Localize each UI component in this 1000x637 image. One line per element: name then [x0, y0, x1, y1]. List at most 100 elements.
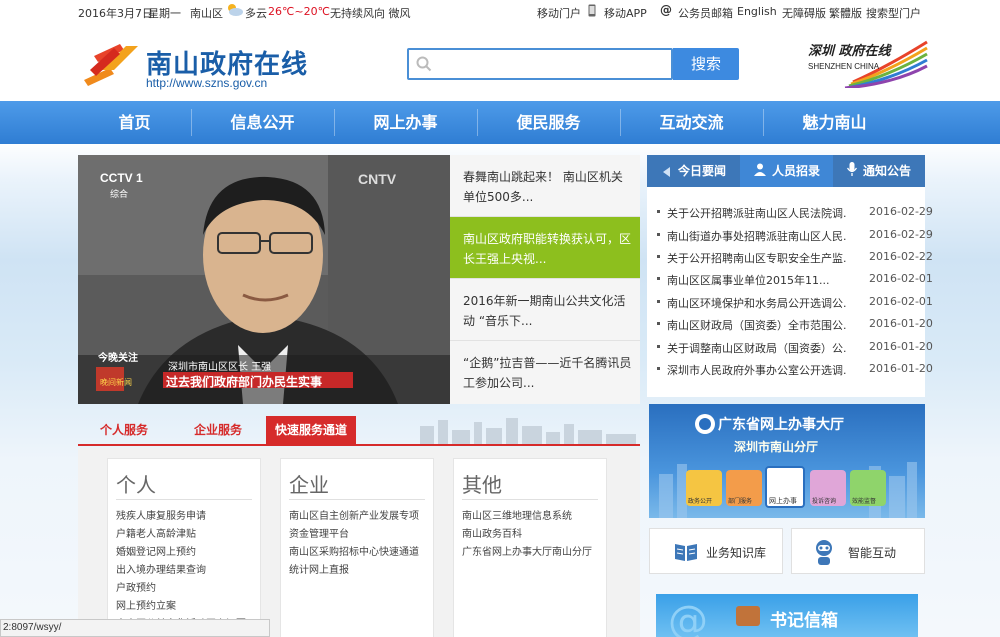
- search-button[interactable]: 搜索: [673, 48, 739, 80]
- cctv-channel-logo: CCTV 1: [100, 171, 143, 185]
- person-icon: [754, 156, 766, 188]
- microphone-icon: [846, 156, 858, 188]
- service-link[interactable]: 婚姻登记网上预约: [116, 543, 196, 558]
- book-icon: [674, 542, 698, 565]
- tab-today-news[interactable]: 今日要闻: [647, 155, 740, 187]
- hall-subtitle: 深圳市南山分厅: [734, 440, 819, 454]
- robot-icon: [812, 539, 836, 568]
- mailbox-title: 书记信箱: [770, 611, 838, 631]
- cntv-watermark: CNTV: [358, 171, 397, 187]
- banner-headline: 过去我们政府部门办民生实事: [166, 375, 323, 389]
- tab-fast-channel[interactable]: 快速服务通道: [266, 416, 356, 444]
- service-link[interactable]: 南山区三维地理信息系统: [462, 507, 572, 522]
- service-column-other: 其他 南山区三维地理信息系统 南山政务百科 广东省网上办事大厅南山分厅: [453, 458, 607, 637]
- city-skyline-decoration: [420, 418, 636, 444]
- column-heading: 其他: [462, 473, 502, 497]
- top-info-bar: 2016年3月7日 星期一 南山区 多云 26℃~20℃ 无持续风向 微风 移动…: [0, 0, 1000, 24]
- nav-online-services[interactable]: 网上办事: [334, 101, 477, 144]
- accessible-link[interactable]: 无障碍版: [782, 5, 826, 21]
- channel-sub: 综合: [110, 190, 129, 200]
- list-item[interactable]: 南山街道办事处招聘派驻南山区人民... 2016-02-29: [655, 224, 933, 246]
- column-heading: 个人: [116, 473, 156, 497]
- search-input[interactable]: [439, 50, 669, 78]
- service-link[interactable]: 南山政务百科: [462, 525, 522, 540]
- service-link[interactable]: 资金管理平台: [289, 525, 349, 540]
- list-item[interactable]: 深圳市人民政府外事办公室公开选调... 2016-01-20: [655, 358, 933, 380]
- nav-interaction[interactable]: 互动交流: [620, 101, 763, 144]
- list-item[interactable]: 南山区财政局（国资委）全市范围公... 2016-01-20: [655, 313, 933, 335]
- nanshan-logo-icon[interactable]: [80, 40, 142, 88]
- weekday-text: 星期一: [148, 7, 181, 20]
- smart-interaction-label: 智能互动: [848, 546, 897, 560]
- at-icon: @: [660, 3, 672, 17]
- hall-button-open-affairs[interactable]: 政务公开: [686, 470, 722, 506]
- district-text: 南山区: [190, 7, 223, 20]
- tab-enterprise-services[interactable]: 企业服务: [174, 416, 262, 444]
- hall-button-dept-services[interactable]: 部门服务: [726, 470, 762, 506]
- nav-charming-nanshan[interactable]: 魅力南山: [763, 101, 906, 144]
- news-item[interactable]: 2016年新一期南山公共文化活动 “音乐下...: [450, 279, 640, 341]
- mobile-app-link[interactable]: 移动APP: [604, 5, 647, 21]
- service-link[interactable]: 出入境办理结果查询: [116, 561, 206, 576]
- list-item[interactable]: 关于公开招聘南山区专职安全生产监... 2016-02-22: [655, 246, 933, 268]
- service-column-enterprise: 企业 南山区自主创新产业发展专项 资金管理平台 南山区采购招标中心快速通道 统计…: [280, 458, 434, 637]
- shenzhen-logo-text: 深圳 政府在线: [808, 44, 891, 59]
- search-icon: [416, 56, 432, 72]
- knowledge-base-label: 业务知识库: [706, 546, 767, 560]
- notice-list: 关于公开招聘派驻南山区人民法院调... 2016-02-29 南山街道办事处招聘派…: [647, 187, 933, 397]
- nav-info-disclosure[interactable]: 信息公开: [191, 101, 334, 144]
- caption-tag: 今晚关注: [98, 353, 138, 364]
- wind-text: 无持续风向 微风: [330, 7, 411, 20]
- service-link[interactable]: 户政预约: [116, 579, 156, 594]
- shenzhen-logo-subtext: SHENZHEN CHINA: [808, 62, 880, 71]
- mobile-portal-link[interactable]: 移动门户: [537, 5, 581, 21]
- headline-news-list: 春舞南山跳起来！ 南山区机关单位500多... 南山区政府职能转换获认可，区长王…: [450, 155, 640, 404]
- cloudy-icon: [226, 3, 244, 20]
- service-link[interactable]: 统计网上直报: [289, 561, 349, 576]
- news-item[interactable]: 春舞南山跳起来！ 南山区机关单位500多...: [450, 155, 640, 217]
- service-link[interactable]: 南山区采购招标中心快速通道: [289, 543, 419, 558]
- traditional-link[interactable]: 繁體版: [829, 5, 862, 21]
- hall-button-online-affairs[interactable]: 网上办事: [765, 466, 805, 508]
- temperature-text: 26℃~20℃: [268, 5, 330, 18]
- tab-personal-services[interactable]: 个人服务: [84, 416, 164, 444]
- service-link[interactable]: 网上预约立案: [116, 597, 176, 612]
- list-item[interactable]: 关于调整南山区财政局（国资委）公... 2016-01-20: [655, 336, 933, 358]
- site-url: http://www.szns.gov.cn: [146, 76, 268, 90]
- column-heading: 企业: [289, 473, 329, 497]
- caption-tag2: 晚间新闻: [100, 378, 132, 387]
- staff-mail-link[interactable]: 公务员邮箱: [678, 5, 733, 21]
- speaker-caption: 深圳市南山区区长 王强: [168, 362, 272, 373]
- news-banner-image[interactable]: CCTV 1 综合 CNTV 今晚关注 晚间新闻 深圳市南山区区长 王强 过去我…: [78, 155, 450, 404]
- weather-text: 多云: [245, 7, 267, 20]
- nav-citizen-services[interactable]: 便民服务: [477, 101, 620, 144]
- main-nav: 首页 信息公开 网上办事 便民服务 互动交流 魅力南山: [0, 101, 1000, 144]
- browser-status-bar: 2:8097/wsyy/: [0, 619, 270, 637]
- tab-notices[interactable]: 通知公告: [833, 155, 925, 187]
- service-column-personal: 个人 残疾人康复服务申请 户籍老人高龄津贴 婚姻登记网上预约 出入境办理结果查询…: [107, 458, 261, 637]
- knowledge-base-button[interactable]: 业务知识库: [649, 528, 783, 574]
- service-link[interactable]: 户籍老人高龄津贴: [116, 525, 196, 540]
- list-item[interactable]: 南山区区属事业单位2015年11... 2016-02-01: [655, 268, 933, 290]
- service-link[interactable]: 广东省网上办事大厅南山分厅: [462, 543, 592, 558]
- hall-button-complaints[interactable]: 投诉咨询: [810, 470, 846, 506]
- english-link[interactable]: English: [737, 5, 777, 18]
- tab-recruitment[interactable]: 人员招录: [740, 155, 833, 187]
- phone-icon: [588, 4, 596, 20]
- news-item[interactable]: “企鹅”拉吉普——近千名腾讯员工参加公司...: [450, 341, 640, 403]
- list-item[interactable]: 南山区环境保护和水务局公开选调公... 2016-02-01: [655, 291, 933, 313]
- news-item-active[interactable]: 南山区政府职能转换获认可，区长王强上央视...: [450, 217, 640, 279]
- list-item[interactable]: 关于公开招聘派驻南山区人民法院调... 2016-02-29: [655, 201, 933, 223]
- arrow-left-icon: [663, 166, 670, 177]
- news-tab-bar: 今日要闻 人员招录 通知公告: [647, 155, 925, 187]
- nav-home[interactable]: 首页: [63, 101, 206, 144]
- service-link[interactable]: 残疾人康复服务申请: [116, 507, 206, 522]
- hall-button-supervision[interactable]: 效能监督: [850, 470, 886, 506]
- service-link[interactable]: 南山区自主创新产业发展专项: [289, 507, 419, 522]
- smart-interaction-button[interactable]: 智能互动: [791, 528, 925, 574]
- date-text: 2016年3月7日: [78, 7, 153, 20]
- search-portal-link[interactable]: 搜索型门户: [866, 5, 921, 21]
- hall-title: 广东省网上办事大厅: [718, 417, 844, 433]
- svg-text:@: @: [668, 598, 708, 637]
- search-box: [407, 48, 673, 80]
